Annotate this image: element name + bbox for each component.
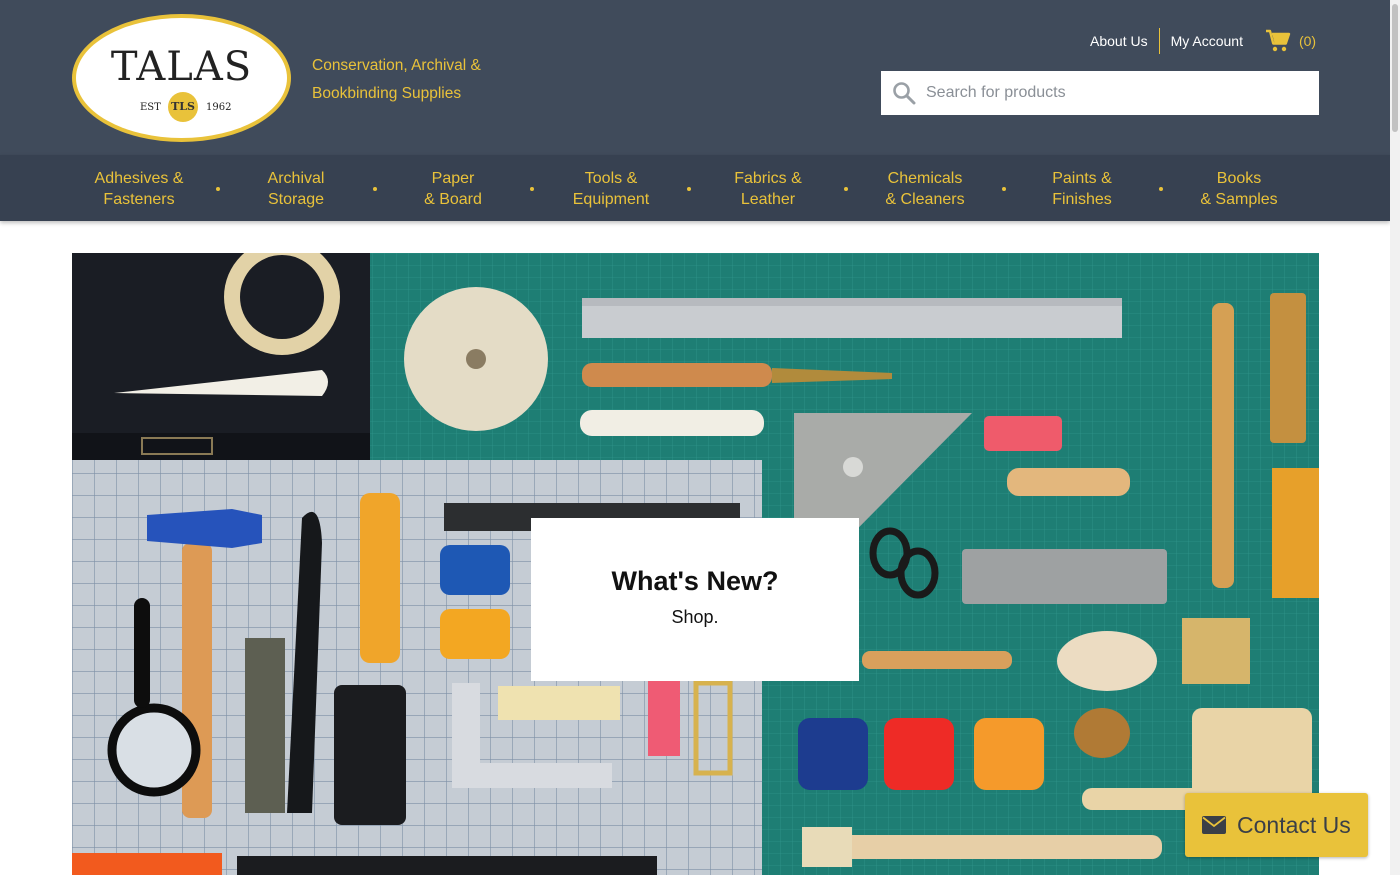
category-nav: Adhesives & Fasteners Archival Storage P… <box>0 155 1390 221</box>
nav-item-books-samples[interactable]: Books & Samples <box>1179 168 1299 210</box>
nav-item-fabrics-leather[interactable]: Fabrics & Leather <box>708 168 828 210</box>
nav-separator <box>1159 187 1163 191</box>
site-header: TALAS EST TLS 1962 Conservation, Archiva… <box>0 0 1390 155</box>
cart-button[interactable]: (0) <box>1265 29 1316 53</box>
tagline: Conservation, Archival & Bookbinding Sup… <box>312 52 502 108</box>
my-account-link[interactable]: My Account <box>1171 33 1243 49</box>
nav-separator <box>216 187 220 191</box>
logo-est: EST <box>140 102 161 113</box>
nav-item-tools-equipment[interactable]: Tools & Equipment <box>551 168 671 210</box>
whats-new-promo[interactable]: What's New? Shop. <box>531 518 859 681</box>
nav-separator <box>844 187 848 191</box>
nav-separator <box>687 187 691 191</box>
top-links-divider <box>1158 28 1160 54</box>
promo-subtitle: Shop. <box>671 607 719 627</box>
nav-item-chemicals-cleaners[interactable]: Chemicals & Cleaners <box>865 168 985 210</box>
nav-item-archival-storage[interactable]: Archival Storage <box>236 168 356 210</box>
nav-separator <box>530 187 534 191</box>
cart-count: (0) <box>1298 33 1317 49</box>
promo-title: What's New? <box>611 566 779 596</box>
top-links: About Us My Account (0) <box>1090 28 1316 54</box>
page: TALAS EST TLS 1962 Conservation, Archiva… <box>0 0 1400 875</box>
logo-name: TALAS <box>110 44 253 90</box>
logo-oval: TALAS EST TLS 1962 <box>76 18 287 138</box>
contact-us-label: Contact Us <box>1237 811 1351 838</box>
nav-separator <box>1002 187 1006 191</box>
talas-logo[interactable]: TALAS EST TLS 1962 <box>72 14 291 142</box>
nav-item-paper-board[interactable]: Paper & Board <box>393 168 513 210</box>
nav-separator <box>373 187 377 191</box>
search-icon[interactable] <box>892 81 916 105</box>
logo-monogram: TLS <box>168 92 198 122</box>
shopping-cart-icon <box>1265 29 1291 52</box>
search-box <box>881 71 1319 115</box>
tagline-line-2: Bookbinding Supplies <box>312 85 462 102</box>
logo-year: 1962 <box>206 102 232 113</box>
about-us-link[interactable]: About Us <box>1090 33 1148 49</box>
tagline-line-1: Conservation, Archival & <box>312 57 481 74</box>
nav-item-adhesives-fasteners[interactable]: Adhesives & Fasteners <box>79 168 199 210</box>
search-input[interactable] <box>926 73 1306 113</box>
envelope-icon <box>1202 816 1226 834</box>
nav-item-paints-finishes[interactable]: Paints & Finishes <box>1022 168 1142 210</box>
scrollbar-thumb[interactable] <box>1392 4 1398 132</box>
contact-us-button[interactable]: Contact Us <box>1185 793 1368 857</box>
